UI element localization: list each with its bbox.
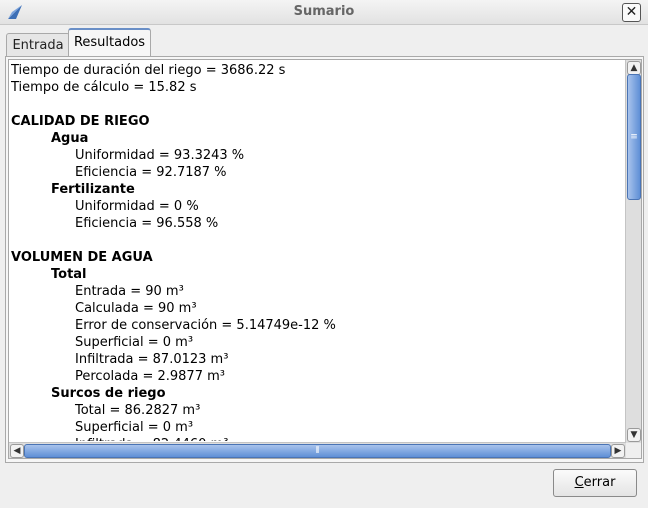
results-panel: Tiempo de duración del riego = 3686.22 s… bbox=[5, 56, 644, 463]
results-text-area[interactable]: Tiempo de duración del riego = 3686.22 s… bbox=[8, 59, 642, 459]
result-line: Entrada = 90 m³ bbox=[75, 284, 184, 299]
result-line: Superficial = 0 m³ bbox=[75, 335, 194, 350]
horizontal-scrollbar[interactable]: ◀ ⦀ ▶ bbox=[9, 442, 626, 458]
chevron-right-icon: ▶ bbox=[614, 446, 622, 456]
tab-resultados[interactable]: Resultados bbox=[68, 28, 151, 58]
result-line: Uniformidad = 0 % bbox=[75, 199, 199, 214]
scroll-down-button[interactable]: ▼ bbox=[627, 428, 641, 442]
scroll-right-button[interactable]: ▶ bbox=[611, 444, 625, 458]
window-title: Sumario bbox=[293, 4, 355, 19]
close-mnemonic: C bbox=[574, 475, 584, 490]
chevron-left-icon: ◀ bbox=[13, 446, 21, 456]
section-heading: Agua bbox=[51, 131, 89, 146]
result-line: Total = 86.2827 m³ bbox=[75, 403, 201, 418]
section-heading: Fertilizante bbox=[51, 182, 135, 197]
section-heading: Total bbox=[51, 267, 87, 282]
chevron-up-icon: ▲ bbox=[630, 63, 638, 73]
title-bar: Sumario ✕ bbox=[0, 0, 648, 25]
results-content: Tiempo de duración del riego = 3686.22 s… bbox=[11, 60, 621, 441]
close-icon: ✕ bbox=[625, 4, 638, 20]
vertical-scrollbar[interactable]: ▲ ≡ ▼ bbox=[625, 60, 641, 443]
result-line: Tiempo de cálculo = 15.82 s bbox=[11, 80, 197, 95]
section-heading: VOLUMEN DE AGUA bbox=[11, 250, 153, 265]
result-line: Uniformidad = 93.3243 % bbox=[75, 148, 245, 163]
tab-entrada[interactable]: Entrada bbox=[6, 33, 70, 57]
result-line: Calculada = 90 m³ bbox=[75, 301, 197, 316]
close-button[interactable]: Cerrar bbox=[553, 469, 637, 497]
scroll-left-button[interactable]: ◀ bbox=[10, 444, 24, 458]
result-line: Infiltrada = 82.4460 m³ bbox=[75, 436, 228, 441]
section-heading: Surcos de riego bbox=[51, 386, 166, 401]
result-line: Eficiencia = 92.7187 % bbox=[75, 165, 227, 180]
close-window-button[interactable]: ✕ bbox=[622, 3, 641, 22]
close-label-rest: errar bbox=[583, 475, 616, 490]
chevron-down-icon: ▼ bbox=[630, 430, 638, 440]
section-heading: CALIDAD DE RIEGO bbox=[11, 114, 150, 129]
result-line: Error de conservación = 5.14749e-12 % bbox=[75, 318, 336, 333]
result-line: Superficial = 0 m³ bbox=[75, 420, 194, 435]
scroll-up-button[interactable]: ▲ bbox=[627, 61, 641, 75]
horizontal-scroll-thumb[interactable]: ⦀ bbox=[24, 444, 611, 458]
result-line: Percolada = 2.9877 m³ bbox=[75, 369, 225, 384]
result-line: Eficiencia = 96.558 % bbox=[75, 216, 219, 231]
vertical-scroll-thumb[interactable]: ≡ bbox=[627, 74, 641, 200]
result-line: Tiempo de duración del riego = 3686.22 s bbox=[11, 63, 286, 78]
result-line: Infiltrada = 87.0123 m³ bbox=[75, 352, 229, 367]
scroll-corner bbox=[626, 443, 641, 458]
